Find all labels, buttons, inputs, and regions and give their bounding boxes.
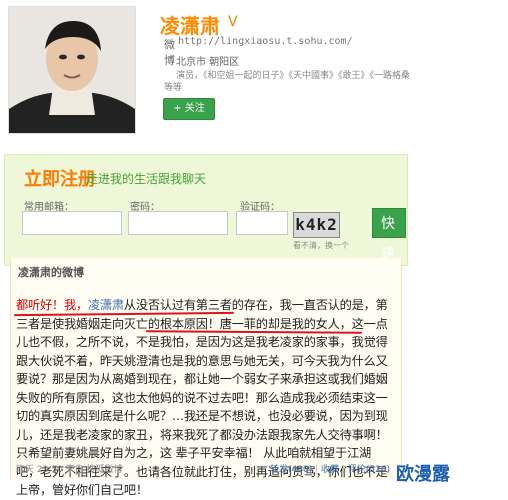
captcha-image[interactable]: k4k2 bbox=[293, 212, 340, 238]
post-seg-1: 都听好！我， bbox=[16, 298, 88, 312]
favorite-link[interactable]: 收藏 bbox=[321, 465, 339, 475]
profile-location: 北京市 朝阳区 bbox=[176, 57, 240, 68]
password-field[interactable] bbox=[128, 211, 228, 235]
profile-tags-more: 等等 bbox=[164, 83, 183, 93]
captcha-refresh-link[interactable]: 看不清，换一个 bbox=[293, 240, 349, 251]
post-author-link[interactable]: 凌潇肃 bbox=[88, 298, 124, 312]
profile-tags: 演员，《和空姐一起的日子》《天中國事》《敢王》《一路格桑 bbox=[176, 71, 411, 81]
avatar-photo bbox=[9, 7, 135, 133]
avatar[interactable] bbox=[8, 6, 136, 134]
weibo-label: 微 bbox=[164, 38, 175, 51]
follow-button[interactable]: + 关注 bbox=[163, 98, 215, 120]
location-label: 博 bbox=[164, 54, 175, 67]
profile-url-link[interactable]: http://lingxiaosu.t.sohu.com/ bbox=[178, 36, 353, 47]
watermark: 欧漫露 bbox=[396, 464, 450, 485]
captcha-field[interactable] bbox=[236, 211, 288, 235]
verified-badge-icon: V bbox=[228, 14, 238, 30]
register-subtitle: 走进我的生活跟我聊天 bbox=[86, 172, 207, 186]
post-time: 昨天 23:50 来自 搜狐微博 bbox=[16, 465, 123, 475]
quick-register-button[interactable]: 快速 bbox=[372, 208, 406, 262]
forward-link[interactable]: 转发(430) bbox=[270, 465, 312, 475]
post-title: 凌潇肃的微博 bbox=[18, 266, 84, 279]
post-actions: 转发(430) | 收藏 | 评论(526) bbox=[270, 465, 391, 475]
email-field[interactable] bbox=[22, 211, 122, 235]
comment-link[interactable]: 评论(526) bbox=[348, 465, 390, 475]
profile-name[interactable]: 凌潇肃 bbox=[160, 10, 220, 39]
